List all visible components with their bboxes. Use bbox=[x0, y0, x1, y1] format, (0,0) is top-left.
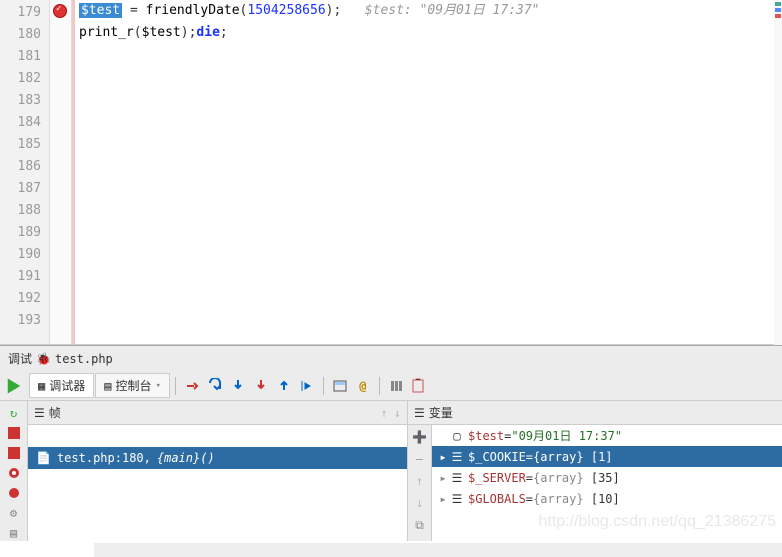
debug-file-label: test.php bbox=[55, 352, 113, 366]
debug-title-label: 调试 bbox=[8, 350, 32, 367]
variable-row[interactable]: ▸ ☰ $_COOKIE = {array} [1] bbox=[432, 446, 782, 467]
line-number[interactable]: 179 bbox=[0, 2, 41, 24]
stop-button[interactable] bbox=[5, 425, 23, 441]
stop-button-alt[interactable] bbox=[5, 445, 23, 461]
at-button[interactable]: @ bbox=[352, 375, 374, 397]
code-area[interactable]: $test = friendlyDate(1504258656); $test:… bbox=[72, 0, 782, 344]
marker-icon[interactable] bbox=[775, 8, 781, 12]
separator bbox=[175, 377, 176, 395]
line-number[interactable]: 180 bbox=[0, 24, 41, 46]
code-editor: 179 180 181 182 183 184 185 186 187 188 … bbox=[0, 0, 782, 345]
layout-button[interactable]: ▤ bbox=[5, 525, 23, 541]
run-to-cursor-button[interactable] bbox=[296, 375, 318, 397]
tab-console[interactable]: ▤ 控制台 ▾ bbox=[95, 373, 170, 398]
variable-row[interactable]: ▸ ☰ $_SERVER = {array} [35] bbox=[432, 467, 782, 488]
mute-breakpoints-button[interactable] bbox=[5, 485, 23, 501]
line-number[interactable]: 187 bbox=[0, 178, 41, 200]
tab-debugger[interactable]: ▦ 调试器 bbox=[29, 373, 94, 398]
view-breakpoints-button[interactable] bbox=[5, 465, 23, 481]
stack-frame-row[interactable]: 📄 test.php:180, {main}() bbox=[28, 447, 407, 469]
evaluate-expression-button[interactable] bbox=[329, 375, 351, 397]
php-file-icon: 📄 bbox=[36, 451, 51, 465]
arrow-down-icon[interactable]: ↓ bbox=[394, 406, 401, 420]
step-into-button[interactable] bbox=[227, 375, 249, 397]
line-number[interactable]: 193 bbox=[0, 310, 41, 332]
line-number[interactable]: 182 bbox=[0, 68, 41, 90]
line-number[interactable]: 186 bbox=[0, 156, 41, 178]
rerun-button[interactable]: ↻ bbox=[5, 405, 23, 421]
pin-button[interactable] bbox=[408, 375, 430, 397]
debug-body: ↻ ⚙ ▤ ☰ 帧 ↑ ↓ 📄 test.php:180, {main}() bbox=[0, 401, 782, 541]
var-array-icon: ☰ bbox=[450, 450, 464, 464]
chevron-down-icon: ▾ bbox=[156, 381, 161, 391]
frames-panel: ☰ 帧 ↑ ↓ 📄 test.php:180, {main}() bbox=[28, 401, 408, 541]
debug-tool-window: 调试 🐞 test.php ▦ 调试器 ▤ 控制台 ▾ @ ↻ bbox=[0, 345, 782, 541]
code-line-180[interactable]: print_r($test);die; bbox=[79, 22, 782, 44]
line-number[interactable]: 184 bbox=[0, 112, 41, 134]
variables-icon: ☰ bbox=[414, 406, 425, 420]
separator bbox=[379, 377, 380, 395]
add-watch-button[interactable]: ➕ bbox=[411, 428, 429, 446]
line-gutter: 179 180 181 182 183 184 185 186 187 188 … bbox=[0, 0, 50, 344]
vars-side-toolbar: ➕ — ↑ ↓ ⧉ bbox=[408, 425, 432, 541]
expand-icon[interactable]: ▸ bbox=[436, 471, 450, 485]
copy-button[interactable]: ⧉ bbox=[411, 516, 429, 534]
frames-filter-row[interactable] bbox=[28, 425, 407, 447]
variable-highlight: $test bbox=[79, 3, 122, 18]
code-line-179[interactable]: $test = friendlyDate(1504258656); $test:… bbox=[79, 0, 782, 22]
variables-panel: ☰ 变量 ➕ — ↑ ↓ ⧉ ▢ $test = "0 bbox=[408, 401, 782, 541]
line-number[interactable]: 191 bbox=[0, 266, 41, 288]
var-array-icon: ☰ bbox=[450, 471, 464, 485]
debug-side-toolbar: ↻ ⚙ ▤ bbox=[0, 401, 28, 541]
show-execution-point-button[interactable] bbox=[181, 375, 203, 397]
inline-value-comment: $test: "09月01日 17:37" bbox=[341, 3, 539, 18]
step-over-button[interactable] bbox=[204, 375, 226, 397]
frames-header[interactable]: ☰ 帧 ↑ ↓ bbox=[28, 401, 407, 425]
move-down-button[interactable]: ↓ bbox=[411, 494, 429, 512]
line-number[interactable]: 185 bbox=[0, 134, 41, 156]
expand-icon[interactable]: ▸ bbox=[436, 492, 450, 506]
remove-watch-button[interactable]: — bbox=[411, 450, 429, 468]
arrow-up-icon[interactable]: ↑ bbox=[381, 406, 388, 420]
line-number[interactable]: 181 bbox=[0, 46, 41, 68]
line-number[interactable]: 188 bbox=[0, 200, 41, 222]
breakpoint-gutter[interactable] bbox=[50, 0, 72, 344]
console-tab-icon: ▤ bbox=[104, 379, 111, 393]
variables-list[interactable]: ▢ $test = "09月01日 17:37" ▸ ☰ $_COOKIE = … bbox=[432, 425, 782, 541]
line-number[interactable]: 183 bbox=[0, 90, 41, 112]
debug-title-bar[interactable]: 调试 🐞 test.php bbox=[0, 346, 782, 371]
settings-icon[interactable]: ⚙ bbox=[5, 505, 23, 521]
move-up-button[interactable]: ↑ bbox=[411, 472, 429, 490]
var-string-icon: ▢ bbox=[450, 429, 464, 443]
marker-icon[interactable] bbox=[775, 14, 781, 18]
variable-row[interactable]: ▸ ☰ $GLOBALS = {array} [10] bbox=[432, 488, 782, 509]
marker-stripe[interactable] bbox=[774, 0, 782, 345]
separator bbox=[323, 377, 324, 395]
line-number[interactable]: 192 bbox=[0, 288, 41, 310]
frames-icon: ☰ bbox=[34, 406, 45, 420]
debug-toolbar: ▦ 调试器 ▤ 控制台 ▾ @ bbox=[0, 371, 782, 401]
line-number[interactable]: 190 bbox=[0, 244, 41, 266]
frame-nav: ↑ ↓ bbox=[381, 406, 401, 420]
resume-button[interactable] bbox=[4, 376, 24, 396]
bug-icon: 🐞 bbox=[36, 352, 51, 366]
marker-icon[interactable] bbox=[775, 2, 781, 6]
force-step-into-button[interactable] bbox=[250, 375, 272, 397]
variable-row[interactable]: ▢ $test = "09月01日 17:37" bbox=[432, 425, 782, 446]
settings-button[interactable] bbox=[385, 375, 407, 397]
step-out-button[interactable] bbox=[273, 375, 295, 397]
debugger-tab-icon: ▦ bbox=[38, 379, 45, 393]
expand-icon[interactable]: ▸ bbox=[436, 450, 450, 464]
breakpoint-icon[interactable] bbox=[53, 4, 67, 18]
line-number[interactable]: 189 bbox=[0, 222, 41, 244]
var-array-icon: ☰ bbox=[450, 492, 464, 506]
variables-header[interactable]: ☰ 变量 bbox=[408, 401, 782, 425]
